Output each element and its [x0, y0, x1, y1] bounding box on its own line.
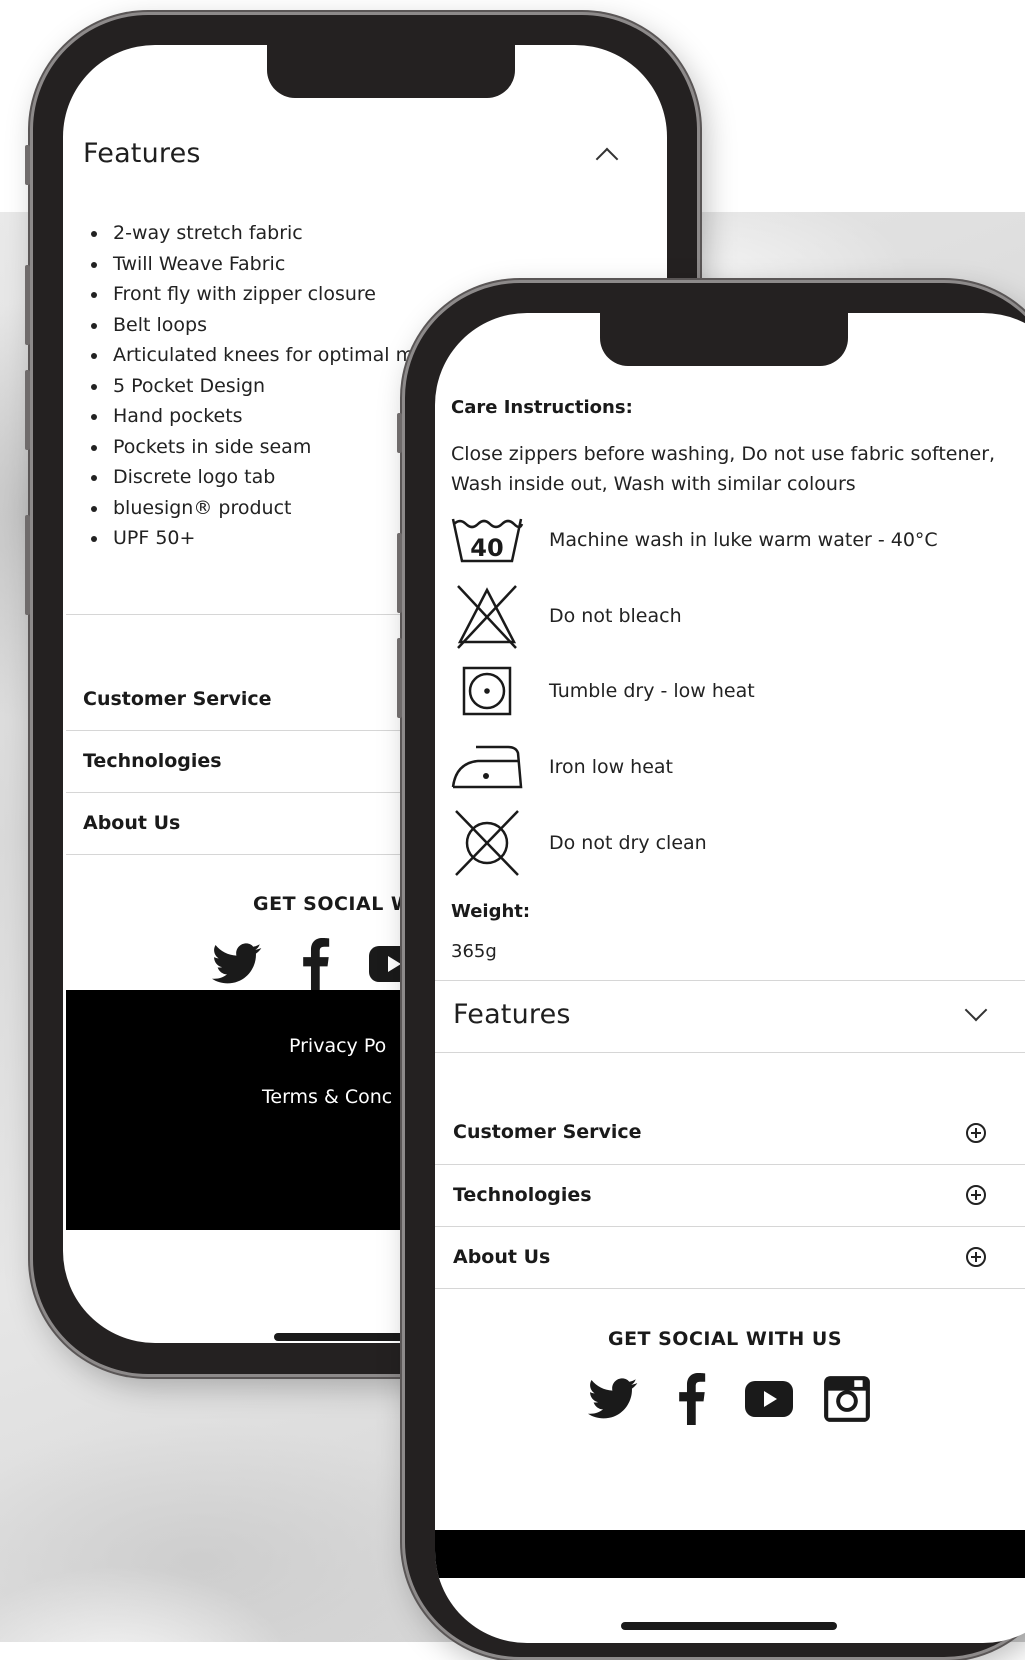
- care-item-label: Machine wash in luke warm water - 40°C: [549, 529, 938, 551]
- phone-front: Care Instructions: Close zippers before …: [397, 280, 1025, 1660]
- phone-front-screen: Care Instructions: Close zippers before …: [435, 313, 1025, 1643]
- list-item: Pockets in side seam: [109, 432, 414, 463]
- social-icons: [587, 1373, 873, 1425]
- care-item-wash: 40 Machine wash in luke warm water - 40°…: [449, 505, 938, 575]
- chevron-up-icon[interactable]: [595, 147, 619, 171]
- twitter-icon[interactable]: [587, 1373, 639, 1425]
- care-item-bleach: Do not bleach: [449, 581, 682, 651]
- volume-up-button: [25, 265, 30, 345]
- accordion-technologies[interactable]: Technologies: [453, 1184, 592, 1206]
- divider: [435, 1226, 1025, 1227]
- accordion-about-us[interactable]: About Us: [453, 1246, 550, 1268]
- care-item-label: Tumble dry - low heat: [549, 680, 755, 702]
- care-item-label: Do not dry clean: [549, 832, 707, 854]
- plus-circle-icon[interactable]: [966, 1247, 986, 1267]
- care-item-iron: Iron low heat: [449, 732, 673, 802]
- tumble-dry-low-icon: [449, 656, 525, 726]
- wash-temp-badge: 40: [470, 534, 503, 562]
- care-item-label: Do not bleach: [549, 605, 682, 627]
- chevron-down-icon[interactable]: [964, 998, 988, 1022]
- divider: [435, 1288, 1025, 1289]
- wash-40-icon: 40: [449, 505, 525, 575]
- social-icons: [211, 938, 419, 990]
- twitter-icon[interactable]: [211, 938, 263, 990]
- list-item: UPF 50+: [109, 523, 414, 554]
- weight-title: Weight:: [451, 901, 531, 922]
- mute-switch: [25, 145, 30, 185]
- list-item: Articulated knees for optimal m: [109, 340, 414, 371]
- volume-up-button: [397, 533, 402, 613]
- facebook-icon[interactable]: [289, 938, 341, 990]
- features-title: Features: [83, 138, 201, 169]
- features-list: 2-way stretch fabric Twill Weave Fabric …: [83, 218, 414, 554]
- care-item-dry-clean: Do not dry clean: [449, 808, 707, 878]
- list-item: Twill Weave Fabric: [109, 249, 414, 280]
- care-instructions-title: Care Instructions:: [451, 397, 633, 418]
- list-item: 5 Pocket Design: [109, 371, 414, 402]
- plus-circle-icon[interactable]: [966, 1185, 986, 1205]
- divider: [435, 1164, 1025, 1165]
- divider: [435, 980, 1025, 981]
- plus-circle-icon[interactable]: [966, 1123, 986, 1143]
- social-title: GET SOCIAL WITH US: [607, 1328, 843, 1350]
- instagram-icon[interactable]: [821, 1373, 873, 1425]
- social-title: GET SOCIAL W: [253, 893, 413, 915]
- weight-value: 365g: [451, 941, 497, 962]
- side-button: [25, 515, 30, 615]
- volume-down-button: [397, 638, 402, 718]
- list-item: Front fly with zipper closure: [109, 279, 414, 310]
- home-indicator: [621, 1622, 837, 1630]
- accordion-customer-service[interactable]: Customer Service: [453, 1121, 642, 1143]
- care-instructions-text: Close zippers before washing, Do not use…: [451, 443, 996, 495]
- notch: [600, 313, 848, 366]
- no-dry-clean-icon: [449, 808, 525, 878]
- no-bleach-icon: [449, 581, 525, 651]
- divider: [435, 1052, 1025, 1053]
- accordion-customer-service[interactable]: Customer Service: [83, 688, 272, 710]
- features-title: Features: [453, 999, 571, 1030]
- accordion-about-us[interactable]: About Us: [83, 812, 180, 834]
- terms-conditions-link[interactable]: Terms & Conc: [262, 1086, 392, 1108]
- footer: [435, 1530, 1025, 1578]
- privacy-policy-link[interactable]: Privacy Po: [289, 1035, 386, 1057]
- list-item: 2-way stretch fabric: [109, 218, 414, 249]
- list-item: Discrete logo tab: [109, 462, 414, 493]
- volume-down-button: [25, 370, 30, 450]
- list-item: bluesign® product: [109, 493, 414, 524]
- facebook-icon[interactable]: [665, 1373, 717, 1425]
- youtube-icon[interactable]: [743, 1373, 795, 1425]
- notch: [267, 45, 515, 98]
- mute-switch: [397, 413, 402, 453]
- accordion-technologies[interactable]: Technologies: [83, 750, 222, 772]
- list-item: Belt loops: [109, 310, 414, 341]
- care-item-label: Iron low heat: [549, 756, 674, 778]
- iron-low-icon: [449, 732, 525, 802]
- care-item-tumble-dry: Tumble dry - low heat: [449, 656, 755, 726]
- list-item: Hand pockets: [109, 401, 414, 432]
